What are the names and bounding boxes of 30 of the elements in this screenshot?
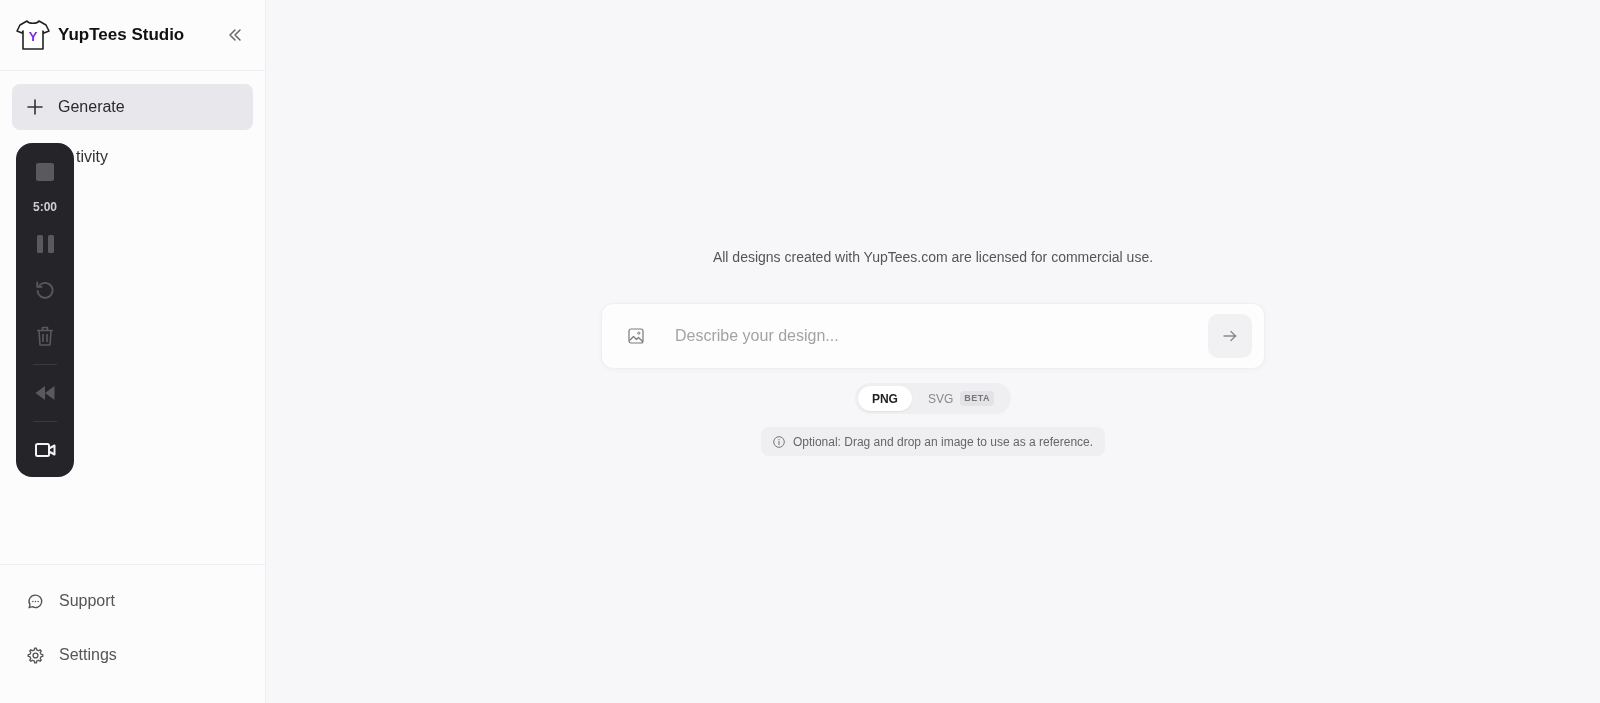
sidebar-nav-item[interactable]: Generate <box>12 84 253 130</box>
chat-icon <box>27 592 44 610</box>
format-option[interactable]: SVG BETA <box>913 386 1009 411</box>
settings-icon <box>27 646 44 664</box>
send-button[interactable] <box>1208 314 1252 358</box>
info-icon <box>772 435 785 448</box>
video-camera-icon <box>34 442 56 458</box>
restart-icon <box>35 280 55 300</box>
prompt-input[interactable]: Describe your design... <box>675 322 1196 350</box>
logo-letter: Y <box>28 30 38 44</box>
arrow-right-icon <box>1222 328 1238 344</box>
app-title: YupTees Studio <box>58 25 185 45</box>
plus-icon <box>27 99 43 115</box>
prompt-field[interactable]: Describe your design... <box>601 303 1265 369</box>
beta-badge: BETA <box>960 391 995 406</box>
timer-text: 5:00 <box>33 199 57 216</box>
trash-icon <box>36 326 54 346</box>
license-notice: All designs created with YupTees.com are licensed for commercial use. <box>712 248 1154 267</box>
stop-icon <box>36 163 54 181</box>
shirt-icon <box>16 19 50 51</box>
rewind-icon <box>35 386 55 400</box>
sidebar-footer-link[interactable]: Settings <box>12 632 117 678</box>
collapse-icon[interactable] <box>227 27 243 43</box>
format-label: SVG <box>927 390 954 408</box>
sidebar-footer-link[interactable]: Support <box>12 578 116 624</box>
hint-text: Optional: Drag and drop an image to use as a reference. <box>792 433 1094 451</box>
image-icon[interactable] <box>628 328 644 344</box>
format-option[interactable]: PNG <box>857 386 912 411</box>
pause-icon <box>36 235 54 253</box>
sidebar-nav-item[interactable]: tivity <box>76 134 108 180</box>
